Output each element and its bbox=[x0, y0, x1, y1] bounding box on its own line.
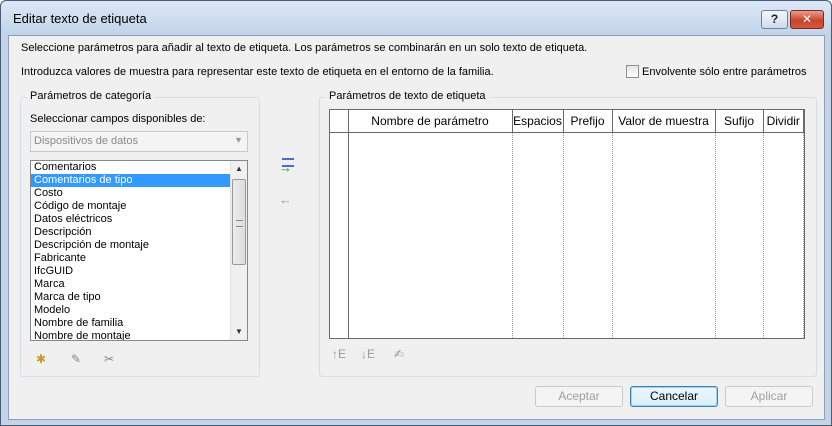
parameters-table: Nombre de parámetro Espacios Prefijo Val… bbox=[330, 110, 804, 338]
label-text-parameters-legend: Parámetros de texto de etiqueta bbox=[326, 90, 489, 102]
list-item[interactable]: Modelo bbox=[31, 304, 230, 317]
close-button[interactable]: ✕ bbox=[790, 10, 824, 29]
column-header[interactable]: Dividir bbox=[763, 110, 804, 133]
category-parameters-group: Parámetros de categoría Seleccionar camp… bbox=[20, 90, 260, 377]
list-item[interactable]: Fabricante bbox=[31, 252, 230, 265]
add-parameter-icon[interactable]: → bbox=[279, 156, 297, 175]
apply-button[interactable]: Aplicar bbox=[725, 386, 813, 407]
table-row bbox=[330, 132, 804, 338]
list-item[interactable]: Comentarios bbox=[31, 161, 230, 174]
scroll-thumb[interactable] bbox=[232, 179, 246, 265]
table-cell[interactable] bbox=[563, 132, 613, 338]
dialog-window: Editar texto de etiqueta ? ✕ Seleccione … bbox=[0, 0, 832, 426]
instruction-text-2: Introduzca valores de muestra para repre… bbox=[21, 66, 494, 78]
format-icon[interactable]: ✍ bbox=[391, 346, 407, 362]
category-combo-value: Dispositivos de datos bbox=[34, 135, 138, 147]
category-combo[interactable]: Dispositivos de datos ▼ bbox=[30, 131, 248, 152]
cancel-button[interactable]: Cancelar bbox=[630, 386, 718, 407]
category-parameters-legend: Parámetros de categoría bbox=[27, 90, 155, 102]
help-button[interactable]: ? bbox=[761, 10, 788, 29]
column-header[interactable]: Espacios bbox=[512, 110, 564, 133]
label-parameters-grid[interactable]: Nombre de parámetro Espacios Prefijo Val… bbox=[329, 109, 805, 339]
column-header[interactable]: Nombre de parámetro bbox=[348, 110, 513, 133]
new-parameter-icon[interactable]: ✱ bbox=[33, 351, 49, 367]
title-bar[interactable]: Editar texto de etiqueta ? ✕ bbox=[1, 1, 831, 35]
edit-parameter-icon[interactable]: ✎ bbox=[68, 351, 84, 367]
instruction-text-1: Seleccione parámetros para añadir al tex… bbox=[21, 42, 588, 54]
list-scrollbar[interactable]: ▲ ▼ bbox=[230, 161, 247, 340]
list-item[interactable]: Nombre de familia bbox=[31, 317, 230, 330]
column-header[interactable]: Valor de muestra bbox=[612, 110, 716, 133]
column-header[interactable]: Sufijo bbox=[715, 110, 764, 133]
list-item[interactable]: Descripción bbox=[31, 226, 230, 239]
move-down-icon[interactable]: ↓E bbox=[360, 346, 376, 362]
list-item[interactable]: Marca de tipo bbox=[31, 291, 230, 304]
dialog-body: Seleccione parámetros para añadir al tex… bbox=[8, 35, 825, 420]
table-cell[interactable] bbox=[348, 132, 513, 338]
list-item[interactable]: Datos eléctricos bbox=[31, 213, 230, 226]
table-cell[interactable] bbox=[763, 132, 804, 338]
table-cell[interactable] bbox=[512, 132, 564, 338]
chevron-down-icon[interactable]: ▼ bbox=[234, 135, 243, 145]
add-arrow-icon: → bbox=[279, 160, 292, 175]
column-header[interactable]: Prefijo bbox=[563, 110, 613, 133]
available-fields-list[interactable]: Comentarios Comentarios de tipo Costo Códig… bbox=[30, 160, 248, 341]
dialog-title: Editar texto de etiqueta bbox=[13, 11, 147, 26]
list-item[interactable]: Descripción de montaje bbox=[31, 239, 230, 252]
list-item[interactable]: Costo bbox=[31, 187, 230, 200]
row-header-cell bbox=[330, 132, 349, 338]
table-cell[interactable] bbox=[715, 132, 764, 338]
move-up-icon[interactable]: ↑E bbox=[331, 346, 347, 362]
list-item[interactable]: Código de montaje bbox=[31, 200, 230, 213]
delete-parameter-icon[interactable]: ✂ bbox=[101, 351, 117, 367]
available-fields-items: Comentarios Comentarios de tipo Costo Códig… bbox=[31, 161, 230, 340]
table-cell[interactable] bbox=[612, 132, 716, 338]
list-item[interactable]: Comentarios de tipo bbox=[31, 174, 230, 187]
label-text-parameters-group: Parámetros de texto de etiqueta Nombre d… bbox=[319, 90, 817, 377]
wrap-between-params-checkbox[interactable]: Envolvente sólo entre parámetros bbox=[626, 65, 806, 78]
ok-button[interactable]: Aceptar bbox=[535, 386, 623, 407]
table-header-row: Nombre de parámetro Espacios Prefijo Val… bbox=[330, 110, 804, 133]
remove-parameter-icon[interactable]: ← bbox=[279, 192, 292, 207]
select-fields-label: Seleccionar campos disponibles de: bbox=[30, 113, 206, 125]
list-item[interactable]: Nombre de montaje bbox=[31, 330, 230, 340]
scroll-down-icon[interactable]: ▼ bbox=[231, 324, 247, 340]
scroll-grip-icon bbox=[236, 220, 243, 227]
checkbox-label[interactable]: Envolvente sólo entre parámetros bbox=[642, 66, 806, 78]
checkbox-box[interactable] bbox=[626, 65, 639, 78]
list-item[interactable]: Marca bbox=[31, 278, 230, 291]
list-item[interactable]: IfcGUID bbox=[31, 265, 230, 278]
row-header-corner bbox=[330, 110, 349, 133]
scroll-up-icon[interactable]: ▲ bbox=[231, 161, 247, 177]
